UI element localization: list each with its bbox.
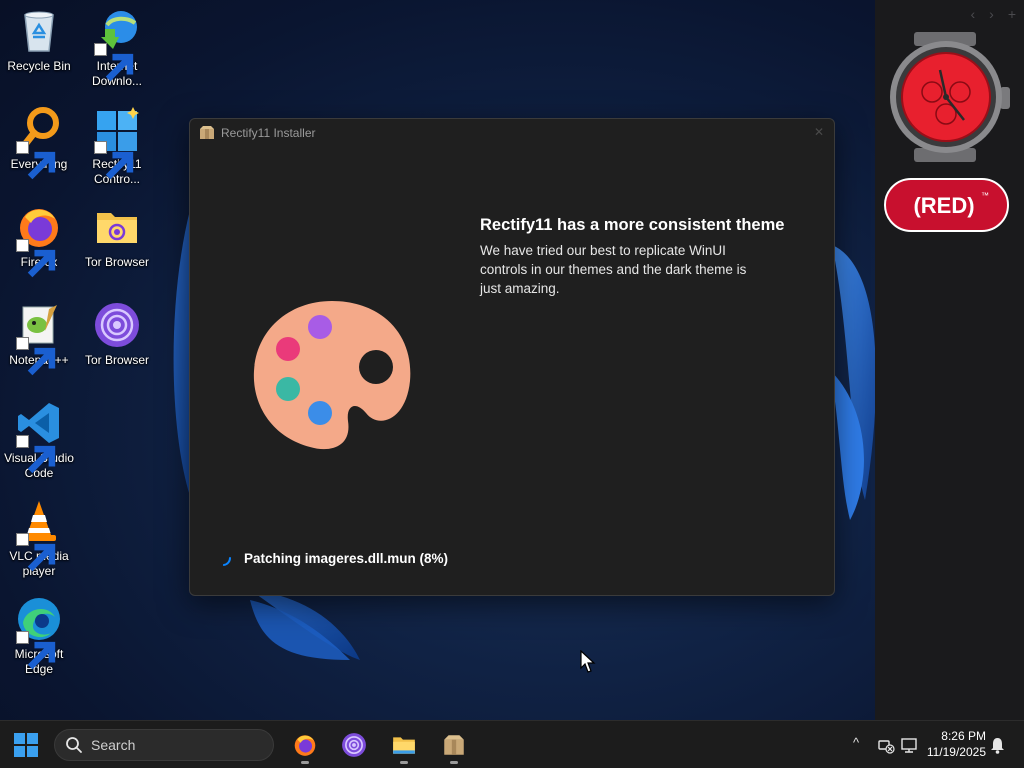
desktop-icon-firefox[interactable]: Firefox: [0, 202, 78, 278]
taskbar-search-box[interactable]: Search: [54, 729, 274, 761]
installer-window[interactable]: Rectify11 Installer ✕ Rectify11 has a mo…: [189, 118, 835, 596]
safely-remove-hardware-icon[interactable]: [877, 736, 895, 754]
desktop-icon-vlc-media-player[interactable]: VLC media player: [0, 496, 78, 579]
running-indicator: [301, 761, 309, 764]
start-button[interactable]: [14, 733, 38, 757]
widget-add-button[interactable]: +: [1008, 6, 1016, 22]
folder-icon: [97, 213, 137, 243]
desktop-icon-everything[interactable]: Everything: [0, 104, 78, 180]
network-icon[interactable]: [900, 736, 918, 754]
progress-status: Patching imageres.dll.mun (8%): [214, 549, 448, 567]
desktop-icon-label: Tor Browser: [84, 353, 149, 367]
shortcut-arrow-icon: [94, 43, 134, 82]
installer-heading: Rectify11 has a more consistent theme: [480, 216, 785, 234]
show-hidden-icons-button[interactable]: ^: [853, 735, 859, 750]
shortcut-arrow-icon: [94, 141, 134, 180]
taskbar-clock[interactable]: 8:26 PM 11/19/2025: [920, 728, 986, 760]
search-placeholder: Search: [91, 737, 136, 753]
taskbar-app-installer[interactable]: [438, 729, 470, 764]
shortcut-arrow-icon: [16, 337, 56, 376]
desktop-icon-tor-browser-folder[interactable]: Tor Browser: [78, 202, 156, 270]
desktop-icon-visual-studio-code[interactable]: Visual Studio Code: [0, 398, 78, 481]
file-explorer-icon: [393, 737, 415, 754]
red-badge-tm: ™: [981, 191, 989, 200]
desktop-icon-internet-download-manager[interactable]: Internet Downlo...: [78, 6, 156, 89]
loading-spinner-icon: [215, 550, 231, 566]
desktop-icon-rectify11-control-center[interactable]: Rectify11 Contro...: [78, 104, 156, 187]
taskbar-app-tor-browser[interactable]: [338, 729, 370, 761]
shortcut-arrow-icon: [16, 631, 56, 670]
progress-text: Patching imageres.dll.mun (8%): [244, 550, 449, 566]
shortcut-arrow-icon: [16, 533, 56, 572]
tor-browser-icon: [95, 303, 139, 347]
taskbar: Search ^ 8:26 PM 11/19/2025: [0, 720, 1024, 768]
shortcut-arrow-icon: [16, 435, 56, 474]
clock-date: 11/19/2025: [926, 745, 986, 759]
window-titlebar[interactable]: Rectify11 Installer ✕: [190, 119, 834, 147]
tor-browser-icon: [342, 733, 366, 757]
red-badge-widget[interactable]: (RED) ™: [884, 178, 1009, 232]
shortcut-arrow-icon: [16, 239, 56, 278]
recycle-bin-icon: [24, 11, 54, 52]
watch-widget[interactable]: [882, 32, 1014, 162]
paint-palette-icon: [253, 301, 411, 450]
firefox-icon: [294, 735, 316, 756]
desktop-icon-notepad-plus-plus[interactable]: Notepad++: [0, 300, 78, 376]
desktop: ‹ › + (RED) ™ Recycle Bin Internet Downl…: [0, 0, 1024, 720]
widget-forward-button[interactable]: ›: [989, 6, 994, 22]
desktop-icon-recycle-bin[interactable]: Recycle Bin: [0, 6, 78, 74]
shortcut-arrow-icon: [16, 141, 56, 180]
desktop-icon-label: Tor Browser: [84, 255, 149, 269]
running-indicator: [450, 761, 458, 764]
mouse-cursor-icon: [580, 650, 596, 673]
taskbar-app-firefox[interactable]: [289, 729, 321, 764]
installer-box-icon: [200, 126, 214, 139]
running-indicator: [400, 761, 408, 764]
desktop-icon-tor-browser[interactable]: Tor Browser: [78, 300, 156, 368]
window-title: Rectify11 Installer: [221, 126, 316, 140]
red-badge-text: (RED): [913, 193, 974, 218]
desktop-icon-label: Recycle Bin: [7, 59, 71, 73]
widget-back-button[interactable]: ‹: [970, 6, 975, 22]
installer-box-icon: [444, 735, 464, 755]
widget-nav: ‹ › +: [970, 6, 1016, 22]
installer-description: We have tried our best to replicate WinU…: [480, 243, 747, 296]
close-button[interactable]: ✕: [814, 125, 824, 139]
notification-bell-icon[interactable]: [989, 736, 1006, 754]
desktop-icon-microsoft-edge[interactable]: Microsoft Edge: [0, 594, 78, 677]
taskbar-app-file-explorer[interactable]: [388, 729, 420, 764]
clock-time: 8:26 PM: [941, 729, 986, 743]
search-icon: [66, 737, 82, 753]
